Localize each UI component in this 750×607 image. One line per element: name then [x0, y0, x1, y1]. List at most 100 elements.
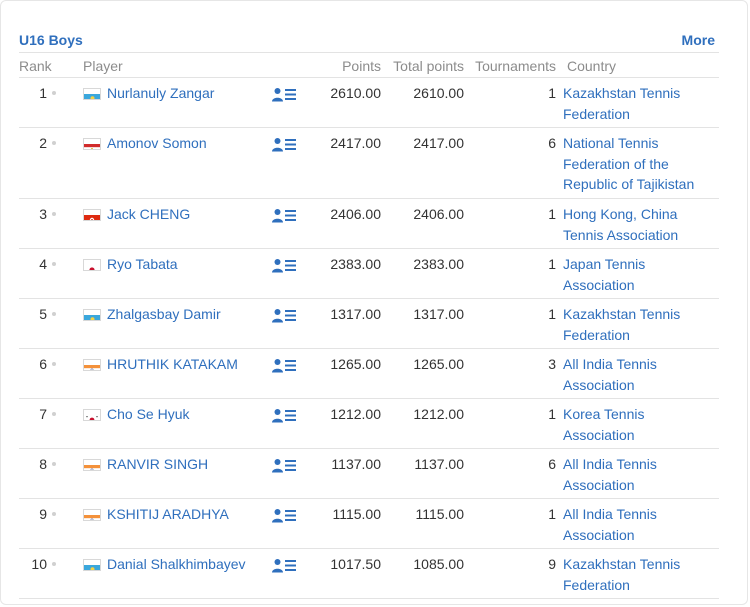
country-link[interactable]: Kazakhstan Tennis Federation [563, 83, 719, 124]
player-profile-icon[interactable] [272, 508, 296, 523]
more-link[interactable]: More [682, 32, 715, 48]
country-link[interactable]: All India Tennis Association [563, 454, 719, 495]
rank-dot-icon [52, 462, 56, 466]
total-points-value: 2383.00 [413, 256, 464, 272]
table-row: 1 Nurlanuly Zangar 2610.00 2610.00 1 Kazakhst… [19, 78, 719, 128]
player-profile-icon[interactable] [272, 208, 296, 223]
rank-value: 5 [39, 306, 47, 322]
table-row: 9 KSHITIJ ARADHYA 1115.00 1115.00 1 All India… [19, 499, 719, 549]
rank-dot-icon [52, 212, 56, 216]
column-header-player: Player [83, 58, 123, 74]
player-profile-icon[interactable] [272, 558, 296, 573]
player-profile-icon[interactable] [272, 358, 296, 373]
panel-header: U16 Boys More [19, 32, 715, 52]
player-name-link[interactable]: Ryo Tabata [107, 254, 178, 275]
player-name-link[interactable]: Zhalgasbay Damir [107, 304, 221, 325]
player-name-link[interactable]: HRUTHIK KATAKAM [107, 354, 238, 375]
tournaments-value: 1 [548, 406, 556, 422]
rank-value: 6 [39, 356, 47, 372]
rank-value: 3 [39, 206, 47, 222]
points-value: 2417.00 [330, 135, 381, 151]
tournaments-value: 1 [548, 506, 556, 522]
flag-korea-icon [83, 409, 101, 421]
rank-value: 7 [39, 406, 47, 422]
table-header: Rank Player Points Total points Tourname… [19, 58, 719, 78]
column-header-points: Points [342, 58, 381, 74]
panel-title: U16 Boys [19, 32, 83, 48]
total-points-value: 1085.00 [413, 556, 464, 572]
country-link[interactable]: Japan Tennis Association [563, 254, 719, 295]
flag-india-icon [83, 509, 101, 521]
flag-tajikistan-icon [83, 138, 101, 150]
points-value: 1017.50 [330, 556, 381, 572]
total-points-value: 1265.00 [413, 356, 464, 372]
flag-hong-kong-icon [83, 209, 101, 221]
flag-japan-icon [83, 259, 101, 271]
total-points-value: 2417.00 [413, 135, 464, 151]
player-name-link[interactable]: Danial Shalkhimbayev [107, 554, 246, 575]
player-name-link[interactable]: Cho Se Hyuk [107, 404, 189, 425]
rank-value: 10 [31, 556, 47, 572]
tournaments-value: 3 [548, 356, 556, 372]
rank-dot-icon [52, 512, 56, 516]
table-row: 7 Cho Se Hyuk 1212.00 1212.00 1 Korea Tennis … [19, 399, 719, 449]
player-name-link[interactable]: Nurlanuly Zangar [107, 83, 214, 104]
column-header-country: Country [567, 58, 617, 74]
player-profile-icon[interactable] [272, 308, 296, 323]
points-value: 1137.00 [331, 456, 381, 472]
tournaments-value: 6 [548, 456, 556, 472]
player-profile-icon[interactable] [272, 458, 296, 473]
column-header-total-points: Total points [393, 58, 464, 74]
table-row: 3 Jack CHENG 2406.00 2406.00 1 Hong Kong, Chi… [19, 199, 719, 249]
rank-value: 9 [39, 506, 47, 522]
country-link[interactable]: Kazakhstan Tennis Federation [563, 304, 719, 345]
country-link[interactable]: Korea Tennis Association [563, 404, 719, 445]
rank-value: 4 [39, 256, 47, 272]
player-name-link[interactable]: KSHITIJ ARADHYA [107, 504, 229, 525]
rank-value: 1 [39, 85, 47, 101]
tournaments-value: 1 [548, 256, 556, 272]
table-row: 5 Zhalgasbay Damir 1317.00 1317.00 1 Kazakhst… [19, 299, 719, 349]
rank-dot-icon [52, 412, 56, 416]
country-link[interactable]: All India Tennis Association [563, 354, 719, 395]
table-row: 10 Danial Shalkhimbayev 1017.50 1085.00 9 Kaz… [19, 549, 719, 599]
flag-kazakhstan-icon [83, 88, 101, 100]
player-profile-icon[interactable] [272, 258, 296, 273]
total-points-value: 1115.00 [415, 506, 464, 522]
flag-india-icon [83, 359, 101, 371]
player-profile-icon[interactable] [272, 408, 296, 423]
rank-dot-icon [52, 262, 56, 266]
total-points-value: 2610.00 [413, 85, 464, 101]
rank-value: 8 [39, 456, 47, 472]
points-value: 2383.00 [330, 256, 381, 272]
flag-india-icon [83, 459, 101, 471]
country-link[interactable]: National Tennis Federation of the Republ… [563, 133, 719, 195]
country-link[interactable]: All India Tennis Association [563, 504, 719, 545]
tournaments-value: 1 [548, 206, 556, 222]
rank-dot-icon [52, 362, 56, 366]
column-header-tournaments: Tournaments [475, 58, 556, 74]
points-value: 1317.00 [330, 306, 381, 322]
country-link[interactable]: Hong Kong, China Tennis Association [563, 204, 719, 245]
player-profile-icon[interactable] [272, 137, 296, 152]
flag-kazakhstan-icon [83, 559, 101, 571]
country-link[interactable]: Kazakhstan Tennis Federation [563, 554, 719, 595]
tournaments-value: 6 [548, 135, 556, 151]
column-header-rank: Rank [19, 58, 52, 74]
rank-dot-icon [52, 312, 56, 316]
player-name-link[interactable]: Amonov Somon [107, 133, 207, 154]
total-points-value: 1212.00 [413, 406, 464, 422]
player-name-link[interactable]: RANVIR SINGH [107, 454, 208, 475]
header-divider [19, 52, 719, 53]
rank-dot-icon [52, 562, 56, 566]
points-value: 1212.00 [330, 406, 381, 422]
points-value: 2610.00 [330, 85, 381, 101]
player-name-link[interactable]: Jack CHENG [107, 204, 190, 225]
rank-dot-icon [52, 91, 56, 95]
points-value: 1115.00 [332, 506, 381, 522]
flag-kazakhstan-icon [83, 309, 101, 321]
player-profile-icon[interactable] [272, 87, 296, 102]
table-row: 4 Ryo Tabata 2383.00 2383.00 1 Japan Tennis A… [19, 249, 719, 299]
table-row: 8 RANVIR SINGH 1137.00 1137.00 6 All India Te… [19, 449, 719, 499]
table-row: 2 Amonov Somon 2417.00 2417.00 6 National Ten… [19, 128, 719, 199]
